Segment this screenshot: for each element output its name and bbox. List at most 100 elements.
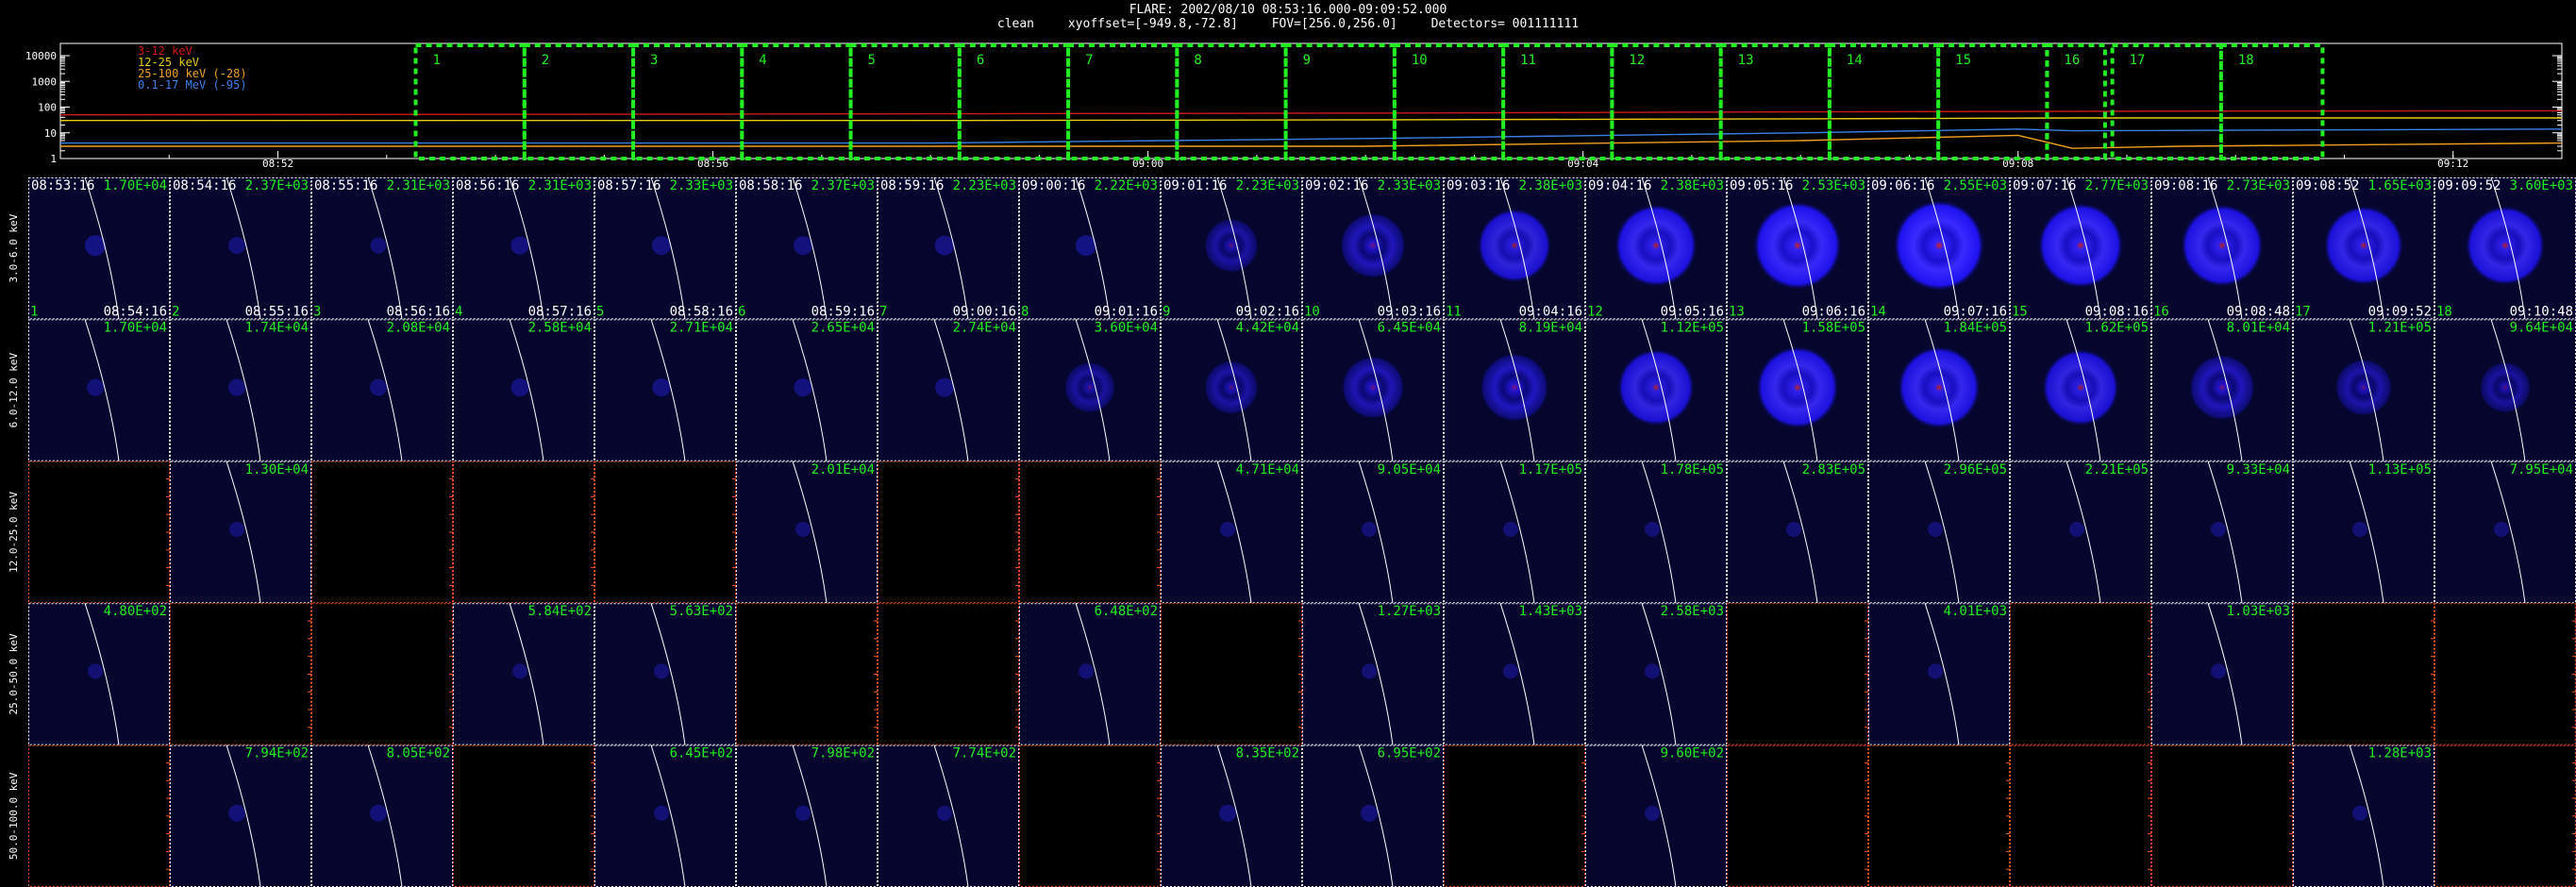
energy-band-label: 12.0-25.0 keV [8, 492, 20, 573]
panel-max-value: 7.98E+02 [811, 746, 875, 761]
panel-start-time: 09:02:16 [1305, 178, 1368, 193]
source-emission [1503, 663, 1518, 679]
source-emission [228, 237, 245, 255]
panel-max-value: 2.31E+03 [528, 178, 592, 193]
image-panel: 1.03E+03 [2151, 603, 2293, 745]
image-panel: 5.84E+02 [453, 603, 594, 745]
time-interval-label: 13 [1738, 53, 1754, 68]
panel-max-value: 2.23E+03 [1236, 178, 1299, 193]
panel-start-time: 09:03:16 [1447, 178, 1510, 193]
panel-background [2151, 745, 2293, 887]
source-emission [370, 378, 387, 396]
image-panel: 2.33E+03 09:02:16 09:03:16 10 [1302, 176, 1444, 320]
panel-end-time: 09:05:16 [1661, 304, 1724, 319]
panel-max-value: 2.58E+03 [1661, 604, 1724, 619]
panel-max-value: 8.05E+02 [387, 746, 450, 761]
time-interval-label: 12 [1629, 53, 1645, 68]
energy-band-label: 6.0-12.0 keV [8, 352, 20, 427]
y-tick-label: 10 [44, 127, 57, 140]
image-panel [1727, 745, 1868, 887]
source-emission [370, 804, 387, 822]
panel-max-value: 1.78E+05 [1661, 462, 1724, 477]
time-interval-label: 4 [759, 53, 766, 68]
image-panel: 2.96E+05 [1868, 460, 2010, 604]
image-panel: 2.08E+04 [311, 319, 453, 461]
time-interval-label: 14 [1847, 53, 1863, 68]
panel-max-value: 7.94E+02 [245, 746, 309, 761]
panel-max-value: 2.96E+05 [1944, 462, 2007, 477]
panel-background [1444, 745, 1585, 887]
image-panel: 2.31E+03 08:56:16 08:57:16 4 [453, 176, 594, 320]
panel-background [1161, 603, 1302, 745]
time-interval-label: 8 [1194, 53, 1201, 68]
panel-max-value: 2.77E+03 [2085, 178, 2149, 193]
time-interval-label: 18 [2238, 53, 2254, 68]
panel-max-value: 6.95E+02 [1378, 746, 1441, 761]
panel-max-value: 2.83E+05 [1802, 462, 1865, 477]
energy-band-label: 3.0-6.0 keV [8, 213, 20, 282]
image-panel: 6.45E+02 [594, 745, 736, 887]
panel-start-time: 09:07:16 [2013, 178, 2076, 193]
source-emission [1362, 521, 1377, 537]
panel-start-time: 08:53:16 [31, 178, 94, 193]
panel-start-time: 09:09:52 [2437, 178, 2501, 193]
image-panel: 1.70E+04 [28, 319, 170, 461]
panel-max-value: 3.60E+03 [2510, 178, 2573, 193]
panel-interval-number: 15 [2012, 304, 2028, 319]
image-panel: 4.01E+03 [1868, 603, 2010, 745]
panel-interval-number: 14 [1870, 304, 1886, 319]
source-emission [229, 521, 244, 537]
image-panel: 2.53E+03 09:05:16 09:06:16 13 [1727, 176, 1868, 320]
panel-end-time: 08:54:16 [104, 304, 167, 319]
panel-start-time: 09:08:52 [2296, 178, 2359, 193]
panel-background [594, 460, 736, 604]
panel-max-value: 1.62E+05 [2085, 320, 2149, 335]
panel-max-value: 2.31E+03 [387, 178, 450, 193]
image-panel [1019, 460, 1161, 604]
panel-background [1868, 745, 2010, 887]
image-panel: 2.22E+03 09:00:16 09:01:16 8 [1019, 176, 1161, 320]
panel-max-value: 2.38E+03 [1661, 178, 1724, 193]
panel-interval-number: 9 [1163, 304, 1170, 319]
time-interval-label: 11 [1520, 53, 1536, 68]
image-panel: 2.23E+03 09:01:16 09:02:16 9 [1161, 176, 1302, 320]
panel-interval-number: 6 [738, 304, 745, 319]
panel-max-value: 8.35E+02 [1236, 746, 1299, 761]
panel-max-value: 6.48E+02 [1095, 604, 1158, 619]
image-panel: 2.38E+03 09:04:16 09:05:16 12 [1585, 176, 1727, 320]
panel-interval-number: 3 [313, 304, 321, 319]
source-emission [1894, 200, 1984, 292]
source-emission [795, 805, 811, 821]
source-emission [652, 377, 671, 397]
lightcurve-series-2 [60, 117, 2562, 122]
source-emission [1614, 204, 1698, 287]
source-emission [2480, 361, 2531, 413]
panel-max-value: 9.33E+04 [2227, 462, 2290, 477]
image-panel [2434, 745, 2576, 887]
image-panel: 1.70E+04 08:53:16 08:54:16 1 [28, 176, 170, 320]
y-tick-label: 1 [50, 153, 57, 165]
panel-interval-number: 7 [879, 304, 887, 319]
panel-background [1727, 603, 1868, 745]
source-emission [1219, 804, 1236, 822]
panel-max-value: 2.38E+03 [1519, 178, 1582, 193]
panel-end-time: 09:02:16 [1236, 304, 1299, 319]
panel-end-time: 08:56:16 [387, 304, 450, 319]
panel-background [28, 460, 170, 604]
panel-interval-number: 12 [1587, 304, 1603, 319]
image-panel: 9.64E+04 [2434, 319, 2576, 461]
image-panel: 7.74E+02 [878, 745, 1019, 887]
panel-end-time: 09:08:48 [2227, 304, 2290, 319]
panel-background [453, 745, 594, 887]
time-interval-label: 10 [1412, 53, 1428, 68]
source-emission [1645, 521, 1660, 537]
panel-interval-number: 18 [2436, 304, 2452, 319]
panel-end-time: 09:06:16 [1802, 304, 1865, 319]
panel-max-value: 1.28E+03 [2368, 746, 2432, 761]
image-panel: 2.71E+04 [594, 319, 736, 461]
panel-max-value: 4.80E+02 [104, 604, 167, 619]
panel-max-value: 1.03E+03 [2227, 604, 2290, 619]
image-panel: 9.33E+04 [2151, 460, 2293, 604]
image-panel: 5.63E+02 [594, 603, 736, 745]
panel-max-value: 2.74E+04 [953, 320, 1016, 335]
